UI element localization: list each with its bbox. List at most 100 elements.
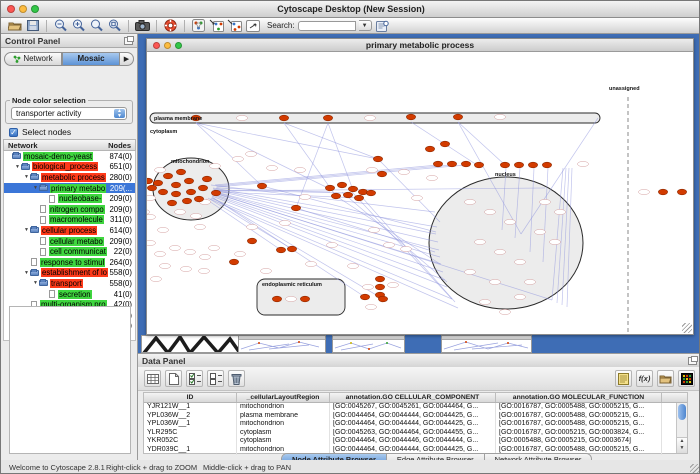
- tab-mosaic[interactable]: Mosaic: [62, 52, 120, 66]
- tree-row-label: primary metabo: [50, 184, 106, 193]
- unselect-attributes-icon[interactable]: [207, 370, 224, 387]
- tree-row[interactable]: ▼primary metabo209(...: [4, 183, 135, 194]
- help-lifesaver-icon[interactable]: [163, 19, 178, 32]
- tree-row[interactable]: cellular metabo209(0): [4, 236, 135, 247]
- tree-row[interactable]: nucleobase-209(0): [4, 193, 135, 204]
- search-dropdown-arrow[interactable]: ▼: [359, 20, 372, 31]
- tab-network[interactable]: Network: [4, 52, 62, 66]
- table-row[interactable]: YLR295Ccytoplasm[GO:0045263, GO:0044464,…: [144, 429, 687, 438]
- attribute-table[interactable]: ID_cellularLayoutRegionannotation.GO CEL…: [143, 392, 688, 454]
- data-panel: Data Panel f(x) ID_cellularLayoutRegiona…: [138, 353, 700, 469]
- tree-row-label: response to stimul: [40, 258, 105, 267]
- zoom-fit-icon[interactable]: [107, 19, 122, 32]
- region-label-cytoplasm: cytoplasm: [150, 129, 177, 135]
- data-panel-toolbar: f(x): [138, 367, 700, 391]
- more-tabs-button[interactable]: ▶: [120, 52, 134, 66]
- data-panel-header: Data Panel: [138, 354, 700, 368]
- network-window-titlebar[interactable]: primary metabolic process: [147, 39, 693, 52]
- tree-row-node-count: 264(0): [109, 258, 132, 267]
- node-color-selection-group: Node color selection transporter activit…: [5, 100, 133, 124]
- tab-network-label: Network: [23, 54, 52, 63]
- tree-row[interactable]: ▼metabolic process280(0): [4, 172, 135, 183]
- table-column-header[interactable]: ID: [144, 393, 237, 402]
- open-file-icon[interactable]: [7, 19, 22, 32]
- table-row[interactable]: YPL036W__2plasma membrane[GO:0044464, GO…: [144, 412, 687, 421]
- table-row[interactable]: YPL036W__1mitochondrion[GO:0044464, GO:0…: [144, 420, 687, 429]
- zoom-out-icon[interactable]: [53, 19, 68, 32]
- background-window[interactable]: [441, 335, 532, 353]
- gene-node: [453, 114, 462, 120]
- function-builder-icon[interactable]: f(x): [636, 370, 653, 387]
- select-nodes-label: Select nodes: [22, 127, 71, 137]
- scrollbar-arrows[interactable]: ▲▼: [677, 437, 687, 453]
- zoom-selected-icon[interactable]: [89, 19, 104, 32]
- table-cell: [GO:0016787, GO:0005488, GO:0005215, G..…: [496, 403, 662, 412]
- table-row[interactable]: YKR052Ccytoplasm[GO:0044464, GO:0044446,…: [144, 437, 687, 446]
- tree-header[interactable]: Network Nodes: [3, 139, 136, 151]
- network-tab-icon: [13, 55, 21, 63]
- select-nodes-checkbox[interactable]: ✓: [9, 128, 18, 137]
- status-hint-pan: Middle-click + drag to PAN: [203, 463, 291, 472]
- table-scrollbar[interactable]: ▲▼: [676, 403, 687, 453]
- save-session-icon[interactable]: [25, 19, 40, 32]
- table-column-header[interactable]: annotation.GO MOLECULAR_FUNCTION: [496, 393, 662, 402]
- app-resize-grip[interactable]: [690, 464, 700, 474]
- tree-row-node-count: 209(0): [109, 237, 132, 246]
- network-window[interactable]: primary metabolic process plasma membran…: [146, 38, 694, 335]
- tree-row[interactable]: macromolecule311(0): [4, 215, 135, 226]
- gene-node: [331, 193, 340, 199]
- window-resize-grip[interactable]: [682, 323, 692, 333]
- tree-row[interactable]: ▼establishment of lo558(0): [4, 268, 135, 279]
- scrollbar-thumb[interactable]: [678, 404, 686, 420]
- control-panel: Control Panel Network Mosaic ▶ Node colo…: [1, 34, 138, 460]
- select-attributes-icon[interactable]: [186, 370, 203, 387]
- main-toolbar: Search: ▼: [1, 18, 700, 34]
- enhanced-search-icon[interactable]: [375, 19, 390, 32]
- tree-row[interactable]: ▼transport558(0): [4, 278, 135, 289]
- tree-row-node-count: 209(...: [110, 184, 132, 193]
- table-column-header[interactable]: _cellularLayoutRegion: [237, 393, 330, 402]
- float-panel-icon[interactable]: [124, 37, 133, 45]
- gene-node: [153, 180, 162, 186]
- tree-row[interactable]: mosaic-demo-yeast874(0): [4, 151, 135, 162]
- attribute-table-header[interactable]: ID_cellularLayoutRegionannotation.GO CEL…: [144, 393, 687, 403]
- background-window[interactable]: [238, 335, 326, 353]
- tree-row-label: metabolic process: [41, 173, 106, 182]
- network-canvas[interactable]: plasma membranecytoplasmmitochondrionnuc…: [147, 52, 693, 334]
- gene-node: [474, 162, 483, 168]
- background-window[interactable]: [332, 335, 405, 353]
- attribute-matrix-icon[interactable]: [678, 370, 695, 387]
- tree-row[interactable]: ▼biological_process651(0): [4, 162, 135, 173]
- zoom-in-icon[interactable]: [71, 19, 86, 32]
- manage-networks-icon[interactable]: [191, 19, 206, 32]
- birdseye-overview-panel[interactable]: [9, 306, 131, 454]
- table-column-header[interactable]: annotation.GO CELLULAR_COMPONENT: [330, 393, 496, 402]
- gene-node: [528, 162, 537, 168]
- annotation-icon[interactable]: [245, 19, 260, 32]
- tree-row-label: establishment of lo: [41, 268, 108, 277]
- delete-attribute-icon[interactable]: [228, 370, 245, 387]
- attribute-table-body: YJR121W__1mitochondrion[GO:0045267, GO:0…: [144, 403, 687, 455]
- import-attributes-icon[interactable]: [657, 370, 674, 387]
- node-color-combo[interactable]: transporter activity ▲▼: [11, 107, 127, 120]
- tree-row[interactable]: cell communicat22(0): [4, 246, 135, 257]
- status-welcome: Welcome to Cytoscape 2.8.1: [9, 463, 105, 472]
- app-titlebar[interactable]: Cytoscape Desktop (New Session): [1, 1, 700, 18]
- layout-nodes-icon[interactable]: [209, 19, 224, 32]
- tree-row-label: cellular process: [41, 226, 97, 235]
- snapshot-camera-icon[interactable]: [135, 19, 150, 32]
- attribute-notes-icon[interactable]: [615, 370, 632, 387]
- attribute-table-icon[interactable]: [144, 370, 161, 387]
- tree-row[interactable]: nitrogen compo209(0): [4, 204, 135, 215]
- create-attribute-icon[interactable]: [165, 370, 182, 387]
- gene-node: [433, 161, 442, 167]
- gene-node: [366, 190, 375, 196]
- table-row[interactable]: YJR121W__1mitochondrion[GO:0045267, GO:0…: [144, 403, 687, 412]
- tree-row[interactable]: secretion41(0): [4, 289, 135, 300]
- tree-row[interactable]: response to stimul 264(0): [4, 257, 135, 268]
- search-input[interactable]: [298, 21, 356, 31]
- layout-edges-icon[interactable]: [227, 19, 242, 32]
- tree-row[interactable]: ▼cellular process614(0): [4, 225, 135, 236]
- float-panel-icon[interactable]: [688, 357, 697, 365]
- region-label-plasma-membrane: plasma membrane: [154, 116, 202, 122]
